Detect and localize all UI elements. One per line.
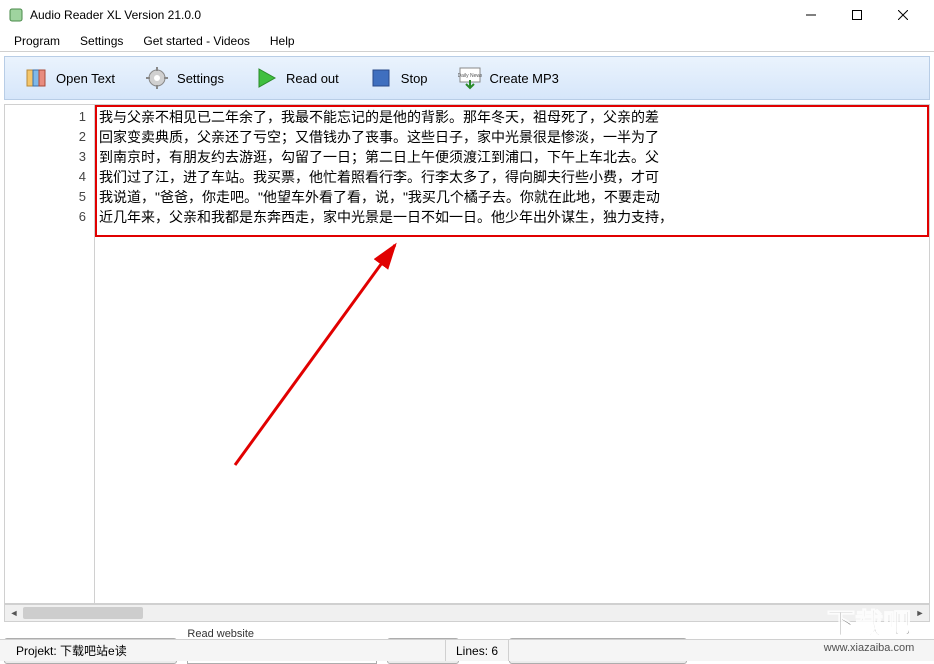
editor-line: 到南京时，有朋友约去游逛，勾留了一日；第二日上午便须渡江到浦口，下午上车北去。父 [99, 147, 925, 167]
editor-wrap: 我与父亲不相见已二年余了，我最不能忘记的是他的背影。那年冬天，祖母死了，父亲的差… [95, 105, 929, 603]
stop-icon [369, 66, 393, 90]
editor-line: 我们过了江，进了车站。我买票，他忙着照看行李。行李太多了，得向脚夫行些小费，才可 [99, 167, 925, 187]
line-number: 1 [5, 107, 86, 127]
window-title: Audio Reader XL Version 21.0.0 [30, 8, 788, 22]
read-out-button[interactable]: Read out [245, 61, 356, 95]
open-text-icon [24, 66, 48, 90]
create-mp3-button[interactable]: Daily News Create MP3 [449, 61, 576, 95]
menu-help[interactable]: Help [262, 32, 303, 50]
status-lines: Lines: 6 [446, 640, 509, 661]
line-number-gutter: 1 2 3 4 5 6 [5, 105, 95, 603]
text-editor[interactable]: 我与父亲不相见已二年余了，我最不能忘记的是他的背影。那年冬天，祖母死了，父亲的差… [95, 105, 929, 603]
mp3-icon: Daily News [458, 66, 482, 90]
menu-getstarted[interactable]: Get started - Videos [135, 32, 258, 50]
line-number: 2 [5, 127, 86, 147]
open-text-label: Open Text [56, 71, 115, 86]
title-bar: Audio Reader XL Version 21.0.0 [0, 0, 934, 30]
editor-line: 回家变卖典质，父亲还了亏空；又借钱办了丧事。这些日子，家中光景很是惨淡，一半为了 [99, 127, 925, 147]
settings-label: Settings [177, 71, 224, 86]
app-icon [8, 7, 24, 23]
scrollbar-thumb[interactable] [23, 607, 143, 619]
settings-button[interactable]: Settings [136, 61, 241, 95]
stop-button[interactable]: Stop [360, 61, 445, 95]
minimize-button[interactable] [788, 0, 834, 30]
line-number: 5 [5, 187, 86, 207]
line-number: 4 [5, 167, 86, 187]
menu-settings[interactable]: Settings [72, 32, 131, 50]
editor-area: 1 2 3 4 5 6 我与父亲不相见已二年余了，我最不能忘记的是他的背影。那年… [4, 104, 930, 604]
play-icon [254, 66, 278, 90]
line-number: 6 [5, 207, 86, 227]
open-text-button[interactable]: Open Text [15, 61, 132, 95]
svg-text:Daily News: Daily News [458, 73, 482, 79]
close-button[interactable] [880, 0, 926, 30]
gear-icon [145, 66, 169, 90]
menu-bar: Program Settings Get started - Videos He… [0, 30, 934, 52]
maximize-button[interactable] [834, 0, 880, 30]
toolbar: Open Text Settings Read out Stop Daily N… [4, 56, 930, 100]
menu-program[interactable]: Program [6, 32, 68, 50]
status-project: Projekt: 下载吧站e读 [6, 640, 446, 661]
scroll-left-icon[interactable]: ◄ [5, 605, 23, 621]
editor-line: 近几年来，父亲和我都是东奔西走，家中光景是一日不如一日。他少年出外谋生，独力支持… [99, 207, 925, 227]
status-bar: Projekt: 下载吧站e读 Lines: 6 [0, 639, 934, 661]
horizontal-scrollbar[interactable]: ◄ ► [4, 604, 930, 622]
create-mp3-label: Create MP3 [490, 71, 559, 86]
window-controls [788, 0, 926, 30]
scroll-right-icon[interactable]: ► [911, 605, 929, 621]
editor-line: 我说道，"爸爸，你走吧。"他望车外看了看，说，"我买几个橘子去。你就在此地，不要… [99, 187, 925, 207]
stop-label: Stop [401, 71, 428, 86]
editor-line: 我与父亲不相见已二年余了，我最不能忘记的是他的背影。那年冬天，祖母死了，父亲的差 [99, 107, 925, 127]
line-number: 3 [5, 147, 86, 167]
read-out-label: Read out [286, 71, 339, 86]
